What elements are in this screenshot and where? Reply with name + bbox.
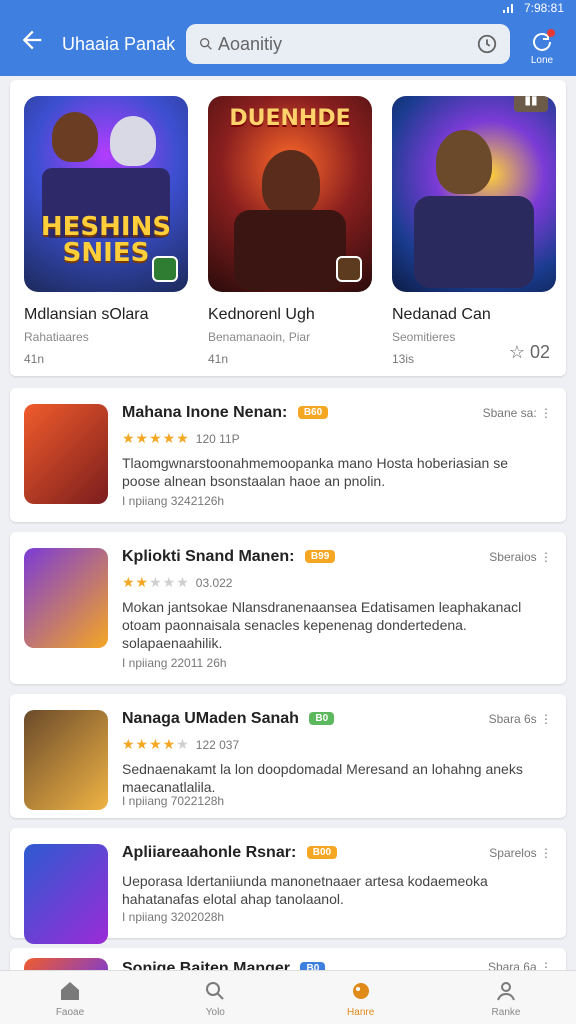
item-footnote: I npiiang 22011 26h [122, 656, 227, 670]
featured-sub: Benamanaoin, Piar [208, 330, 311, 344]
item-title: Mahana Inone Nenan: B60 [122, 404, 329, 422]
featured-extra-value: 02 [529, 342, 550, 362]
app-badge-icon [152, 256, 178, 282]
more-icon[interactable]: ⋮ [540, 550, 552, 564]
nav-profile-label: Ranke [491, 1007, 521, 1018]
app-bar: 7:98:81 Uhaaia Panak Aoanitiy Lone [0, 0, 576, 76]
refresh-icon [530, 29, 555, 54]
featured-carousel: HESHINS SNIES Mdlansian sOlara Rahatiaar… [10, 80, 566, 376]
item-badge: B00 [306, 846, 338, 860]
item-right-text: Sparelos [489, 846, 537, 860]
item-title: Nanaga UMaden Sanah B0 [122, 710, 335, 728]
bottom-navigation: Faoae Yolo Hanre Ranke [0, 970, 576, 1024]
featured-meta: 41n [208, 352, 229, 366]
item-rating: ★★★★★ 120 11P [122, 430, 240, 447]
item-rating: ★★★★★ 122 037 [122, 736, 239, 753]
item-description: Ueporasa ldertaniiunda manonetnaaer arte… [122, 873, 488, 907]
item-right-meta: Sbane sa: ⋮ [483, 406, 552, 420]
thumbnail-badge: ▮▮ [514, 96, 548, 112]
nav-home-label: Faoae [55, 1007, 85, 1018]
search-icon [198, 36, 214, 52]
featured-meta: 41n [24, 352, 45, 366]
more-icon[interactable]: ⋮ [540, 712, 552, 726]
featured-name: Nedanad Can [392, 306, 491, 323]
item-right-meta: Sbara 6s ⋮ [489, 712, 552, 726]
item-title-text: Apliiareaahonle Rsnar: [122, 844, 297, 861]
item-description: Sednaenakamt la lon doopdomadal Meresand… [122, 761, 523, 795]
games-icon [349, 979, 373, 1003]
search-icon [203, 979, 227, 1003]
signal-icon [502, 3, 514, 13]
rating-text: 03.022 [195, 575, 233, 590]
status-time: 7:98:81 [523, 1, 564, 15]
item-right-text: Sberaios [489, 550, 537, 564]
featured-card[interactable]: ▮▮ Nedanad Can Seomitieres 13is [392, 96, 556, 366]
app-icon[interactable] [24, 404, 108, 504]
item-footnote: I npiiang 3242126h [122, 494, 225, 508]
search-field[interactable]: Aoanitiy [186, 24, 510, 64]
stars: ★★★★★ [122, 574, 190, 590]
search-input[interactable]: Aoanitiy [218, 34, 476, 55]
item-footnote: I npiiang 3202028h [122, 910, 225, 924]
item-title-text: Kpliokti Snand Manen: [122, 548, 295, 565]
list-item[interactable]: Apliiareaahonle Rsnar: B00 Sparelos ⋮ Ue… [10, 828, 566, 944]
item-badge: B99 [304, 550, 336, 564]
featured-name: Mdlansian sOlara [24, 306, 149, 323]
like-icon[interactable]: ☆ [509, 342, 525, 362]
profile-icon [494, 979, 518, 1003]
thumbnail-title: DUENHDE [229, 106, 351, 131]
item-right-meta: Sberaios ⋮ [489, 550, 552, 564]
game-thumbnail[interactable]: ▮▮ [392, 96, 556, 292]
item-badge: B60 [297, 406, 329, 420]
item-footnote: I npiiang 7022128h [122, 794, 225, 808]
list-item[interactable]: Mahana Inone Nenan: B60 Sbane sa: ⋮ ★★★★… [10, 388, 566, 522]
item-title: Apliiareaahonle Rsnar: B00 [122, 844, 338, 862]
item-right-meta: Sparelos ⋮ [489, 846, 552, 860]
item-title-text: Mahana Inone Nenan: [122, 404, 288, 421]
more-icon[interactable]: ⋮ [540, 846, 552, 860]
home-icon [58, 979, 82, 1003]
game-thumbnail[interactable]: DUENHDE [208, 96, 372, 292]
list-item[interactable]: Kpliokti Snand Manen: B99 Sberaios ⋮ ★★★… [10, 532, 566, 684]
nav-games-label: Hanre [347, 1007, 375, 1018]
stars: ★★★★★ [122, 736, 190, 752]
notification-dot [547, 29, 555, 37]
app-icon[interactable] [24, 844, 108, 944]
history-icon[interactable] [476, 33, 498, 55]
nav-profile[interactable]: Ranke [476, 971, 536, 1024]
app-badge-icon [336, 256, 362, 282]
stars: ★★★★★ [122, 430, 190, 446]
item-title-text: Nanaga UMaden Sanah [122, 710, 299, 727]
status-bar: 7:98:81 [502, 0, 564, 16]
item-description: Tlaomgwnarstoonahmemoopanka mano Hosta h… [122, 455, 508, 489]
item-rating: ★★★★★ 03.022 [122, 574, 232, 591]
game-thumbnail[interactable]: HESHINS SNIES [24, 96, 188, 292]
item-right-text: Sbara 6s [488, 712, 537, 726]
nav-search-label: Yolo [205, 1007, 225, 1018]
app-icon[interactable] [24, 548, 108, 648]
done-label: Lone [530, 55, 554, 66]
nav-home[interactable]: Faoae [40, 971, 100, 1024]
item-badge: B0 [309, 712, 335, 726]
item-description: Mokan jantsokae Nlansdranenaansea Edatis… [122, 599, 522, 651]
featured-sub: Rahatiaares [24, 330, 89, 344]
page-title: Uhaaia Panak [62, 34, 176, 54]
item-title: Kpliokti Snand Manen: B99 [122, 548, 336, 566]
featured-card[interactable]: HESHINS SNIES Mdlansian sOlara Rahatiaar… [24, 96, 188, 366]
rating-text: 120 11P [195, 431, 240, 446]
done-button[interactable]: Lone [526, 29, 558, 66]
featured-extra: ☆ 02 [509, 342, 550, 363]
nav-games[interactable]: Hanre [331, 971, 391, 1024]
back-button[interactable] [18, 26, 46, 54]
app-icon[interactable] [24, 710, 108, 810]
featured-card[interactable]: DUENHDE Kednorenl Ugh Benamanaoin, Piar … [208, 96, 372, 366]
nav-search[interactable]: Yolo [185, 971, 245, 1024]
more-icon[interactable]: ⋮ [540, 406, 552, 420]
rating-text: 122 037 [195, 737, 240, 752]
item-right-text: Sbane sa: [482, 406, 537, 420]
list-item[interactable]: Nanaga UMaden Sanah B0 Sbara 6s ⋮ ★★★★★ … [10, 694, 566, 818]
featured-name: Kednorenl Ugh [208, 306, 315, 323]
